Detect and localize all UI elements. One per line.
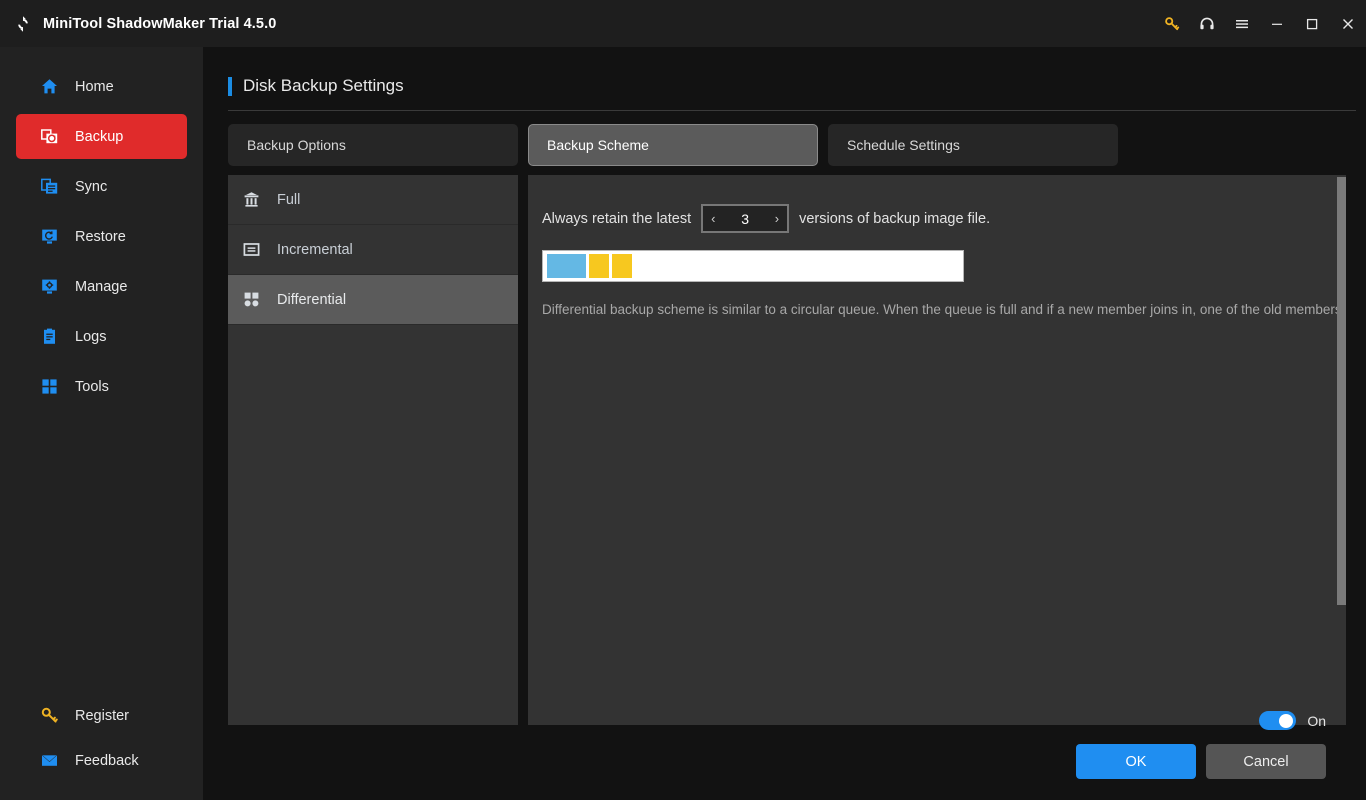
retain-versions-row: Always retain the latest ‹ 3 › versions … <box>542 204 990 233</box>
key-icon <box>40 706 59 725</box>
title-bar-left: MiniTool ShadowMaker Trial 4.5.0 <box>0 14 276 34</box>
main-content: Disk Backup Settings Backup Options Back… <box>203 47 1366 800</box>
cancel-button[interactable]: Cancel <box>1206 744 1326 779</box>
hamburger-menu-icon[interactable] <box>1224 0 1259 47</box>
sidebar: Home Backup Sync Restore Manage Logs Too… <box>0 47 203 800</box>
close-icon[interactable] <box>1329 0 1366 47</box>
sidebar-item-home[interactable]: Home <box>16 64 187 109</box>
sync-icon <box>40 177 59 196</box>
tools-icon <box>40 377 59 396</box>
backup-queue-visualization <box>542 250 964 282</box>
scheme-detail-scrollbar[interactable] <box>1337 175 1346 725</box>
headset-icon[interactable] <box>1189 0 1224 47</box>
sidebar-item-label: Sync <box>75 178 108 195</box>
toggle-state-label: On <box>1307 712 1326 729</box>
retain-prefix-label: Always retain the latest <box>542 210 692 227</box>
tab-backup-scheme[interactable]: Backup Scheme <box>528 124 818 166</box>
incremental-backup-icon <box>242 240 261 259</box>
sidebar-item-restore[interactable]: Restore <box>16 214 187 259</box>
sidebar-item-label: Restore <box>75 228 126 245</box>
sidebar-bottom-nav: Register Feedback <box>0 693 203 783</box>
toggle-knob <box>1279 713 1294 728</box>
sidebar-item-label: Backup <box>75 128 124 145</box>
sidebar-item-label: Logs <box>75 328 107 345</box>
scheme-item-differential[interactable]: Differential <box>228 275 518 325</box>
sidebar-item-label: Feedback <box>75 752 139 769</box>
sidebar-item-label: Home <box>75 78 114 95</box>
manage-icon <box>40 277 59 296</box>
scrollbar-thumb[interactable] <box>1337 177 1346 605</box>
window-controls <box>1154 0 1366 47</box>
sidebar-item-tools[interactable]: Tools <box>16 364 187 409</box>
stepper-increment-icon[interactable]: › <box>775 212 779 225</box>
scheme-description: Differential backup scheme is similar to… <box>542 302 1346 317</box>
scheme-panels: Full Incremental Differential Always ret… <box>228 175 1346 725</box>
minimize-icon[interactable] <box>1259 0 1294 47</box>
sidebar-nav: Home Backup Sync Restore Manage Logs Too… <box>0 47 203 409</box>
sidebar-item-register[interactable]: Register <box>16 693 187 738</box>
mail-icon <box>40 751 59 770</box>
page-header: Disk Backup Settings <box>228 76 404 96</box>
sidebar-item-manage[interactable]: Manage <box>16 264 187 309</box>
sidebar-item-sync[interactable]: Sync <box>16 164 187 209</box>
retain-suffix-label: versions of backup image file. <box>799 210 991 227</box>
scheme-item-full[interactable]: Full <box>228 175 518 225</box>
full-backup-icon <box>242 190 261 209</box>
maximize-icon[interactable] <box>1294 0 1329 47</box>
scheme-detail-panel: Always retain the latest ‹ 3 › versions … <box>528 175 1346 725</box>
title-accent-bar <box>228 76 232 96</box>
shadowmaker-logo-icon <box>13 14 33 34</box>
scheme-enable-toggle[interactable] <box>1259 711 1297 730</box>
sidebar-item-feedback[interactable]: Feedback <box>16 738 187 783</box>
restore-icon <box>40 227 59 246</box>
home-icon <box>40 77 59 96</box>
header-separator <box>228 110 1356 111</box>
sidebar-item-label: Tools <box>75 378 109 395</box>
ok-button[interactable]: OK <box>1076 744 1196 779</box>
queue-block-base <box>547 254 586 278</box>
backup-icon <box>40 127 59 146</box>
scheme-enable-toggle-row: On <box>1259 711 1326 730</box>
tab-backup-options[interactable]: Backup Options <box>228 124 518 166</box>
sidebar-item-label: Register <box>75 707 129 724</box>
stepper-value: 3 <box>741 210 749 227</box>
settings-tabs: Backup Options Backup Scheme Schedule Se… <box>228 124 1118 166</box>
stepper-decrement-icon[interactable]: ‹ <box>711 212 715 225</box>
scheme-item-incremental[interactable]: Incremental <box>228 225 518 275</box>
scheme-item-label: Full <box>277 191 301 208</box>
tab-schedule-settings[interactable]: Schedule Settings <box>828 124 1118 166</box>
queue-block-differential <box>589 254 609 278</box>
logs-icon <box>40 327 59 346</box>
sidebar-item-label: Manage <box>75 278 128 295</box>
sidebar-item-backup[interactable]: Backup <box>16 114 187 159</box>
key-icon[interactable] <box>1154 0 1189 47</box>
app-title: MiniTool ShadowMaker Trial 4.5.0 <box>43 15 277 32</box>
dialog-footer-buttons: OK Cancel <box>1076 744 1326 779</box>
scheme-type-list: Full Incremental Differential <box>228 175 518 725</box>
queue-block-differential <box>612 254 632 278</box>
page-title: Disk Backup Settings <box>243 76 404 95</box>
title-bar: MiniTool ShadowMaker Trial 4.5.0 <box>0 0 1366 47</box>
scheme-item-label: Incremental <box>277 241 353 258</box>
differential-backup-icon <box>242 290 261 309</box>
sidebar-item-logs[interactable]: Logs <box>16 314 187 359</box>
scheme-item-label: Differential <box>277 291 347 308</box>
retain-count-stepper[interactable]: ‹ 3 › <box>701 204 790 233</box>
